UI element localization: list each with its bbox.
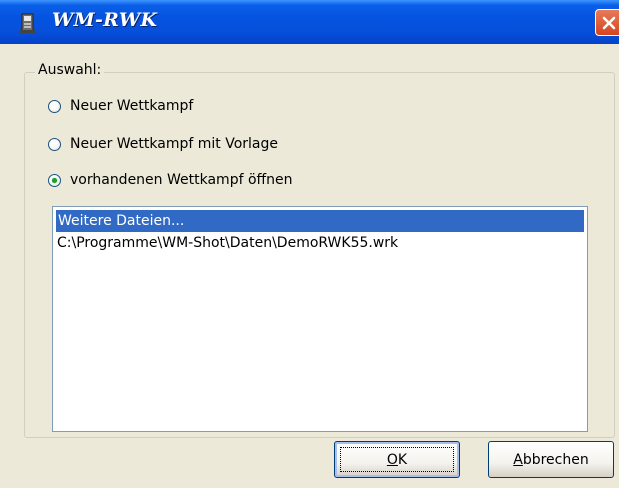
radio-button[interactable] [48,137,61,151]
list-item-more-files[interactable]: Weitere Dateien... [56,210,584,232]
window-title: WM-RWK [52,9,158,31]
title-bar[interactable]: WM-RWK [0,0,619,44]
radio-new-competition-template[interactable]: Neuer Wettkampf mit Vorlage [48,134,278,154]
group-label: Auswahl: [35,62,105,78]
list-item-demo-file[interactable]: C:\Programme\WM-Shot\Daten\DemoRWK55.wrk [53,232,587,254]
ok-button[interactable]: OK [334,441,460,478]
close-button[interactable] [595,9,619,36]
radio-label: Neuer Wettkampf [70,98,194,114]
radio-open-existing-competition[interactable]: vorhandenen Wettkampf öffnen [48,170,293,190]
radio-button[interactable] [48,99,61,113]
radio-label: vorhandenen Wettkampf öffnen [70,172,293,188]
close-icon [602,16,616,30]
cancel-button-label: Abbrechen [513,451,589,468]
cancel-button[interactable]: Abbrechen [488,441,614,478]
focus-rect [340,447,454,472]
dialog-window: WM-RWK Auswahl: Neuer Wettkampf Neuer We… [0,0,619,488]
radio-label: Neuer Wettkampf mit Vorlage [70,136,278,152]
app-icon [18,12,38,34]
file-listbox[interactable]: Weitere Dateien... C:\Programme\WM-Shot\… [52,206,588,432]
radio-new-competition[interactable]: Neuer Wettkampf [48,96,193,116]
radio-button-checked[interactable] [48,173,61,187]
